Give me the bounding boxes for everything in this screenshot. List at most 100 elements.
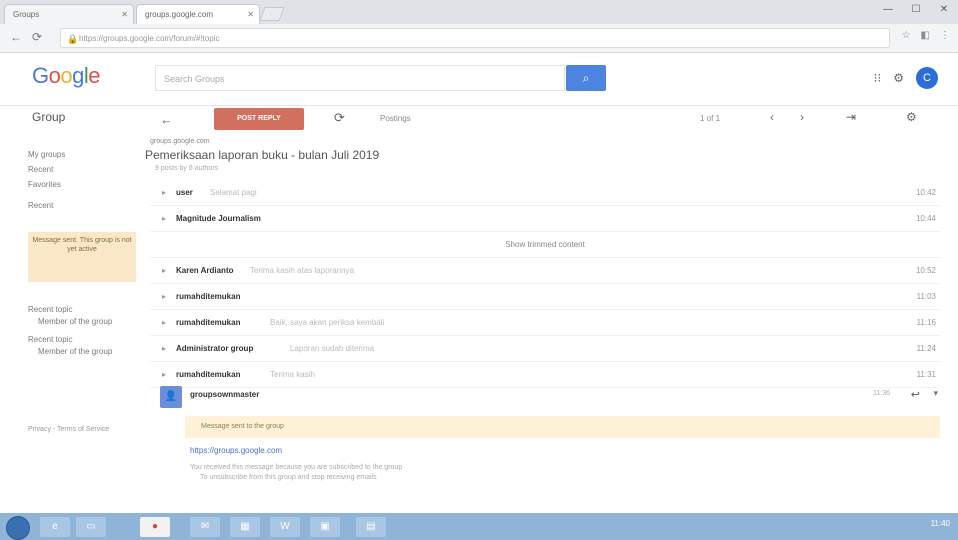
- show-trimmed-link[interactable]: Show trimmed content: [150, 232, 940, 258]
- message-list: ▸ user Selamat pagi 10:42 ▸ Magnitude Jo…: [150, 180, 940, 388]
- message-time: 10:42: [915, 188, 936, 197]
- header-icons: ⁝⁝ ⚙ C: [874, 67, 938, 89]
- message-author: rumahditemukan: [176, 370, 241, 379]
- message-row[interactable]: ▸ Magnitude Journalism 10:44: [150, 206, 940, 232]
- message-time: 10:44: [915, 214, 936, 223]
- gear-icon[interactable]: ⚙: [893, 71, 904, 85]
- gear-icon[interactable]: ⚙: [906, 110, 917, 124]
- sidebar-item-recent[interactable]: Recent: [28, 165, 138, 174]
- message-snippet: Baik, saya akan periksa kembali: [270, 318, 385, 327]
- browser-toolbar: ← ⟳ 🔒 https://groups.google.com/forum/#!…: [0, 24, 958, 53]
- extension-icon[interactable]: ◧: [921, 30, 930, 41]
- word-icon[interactable]: W: [270, 517, 300, 537]
- message-snippet: Selamat pagi: [210, 188, 257, 197]
- message-author[interactable]: groupsownmaster: [190, 390, 259, 399]
- start-button[interactable]: [6, 516, 30, 540]
- message-time: 11:03: [916, 292, 936, 301]
- message-row[interactable]: ▸ rumahditemukan Baik, saya akan periksa…: [150, 310, 940, 336]
- message-time: 10:52: [915, 266, 936, 275]
- tab-label: groups.google.com: [145, 10, 214, 19]
- message-author: rumahditemukan: [176, 292, 241, 301]
- message-author: Magnitude Journalism: [176, 214, 261, 223]
- close-icon[interactable]: ✕: [247, 5, 254, 24]
- message-footer: You received this message because you ar…: [190, 464, 403, 471]
- sidebar-item[interactable]: Recent topic: [28, 334, 140, 346]
- tray-clock[interactable]: 11:40: [931, 519, 950, 528]
- excel-icon[interactable]: ▦: [230, 517, 260, 537]
- post-reply-button[interactable]: POST REPLY: [214, 108, 304, 130]
- sidebar-footer[interactable]: Privacy - Terms of Service: [28, 426, 140, 433]
- sidebar-section-label[interactable]: Recent: [28, 201, 138, 210]
- expand-all-icon[interactable]: ⇥: [846, 110, 856, 124]
- url-text: https://groups.google.com/forum/#!topic: [79, 34, 220, 43]
- lock-icon: 🔒: [67, 34, 79, 44]
- message-row[interactable]: ▸ rumahditemukan Terima kasih 11:31: [150, 362, 940, 388]
- sidebar-item-favorites[interactable]: Favorites: [28, 180, 138, 189]
- avatar[interactable]: C: [916, 67, 938, 89]
- groups-label: Group: [32, 110, 66, 124]
- message-time: 11:16: [916, 318, 936, 327]
- address-bar[interactable]: 🔒 https://groups.google.com/forum/#!topi…: [60, 28, 890, 48]
- message-author: Administrator group: [176, 344, 254, 353]
- sidebar-item[interactable]: Recent topic: [28, 304, 140, 316]
- search-icon: ⌕: [582, 71, 590, 85]
- sidebar-item-my-groups[interactable]: My groups: [28, 150, 138, 159]
- folder-icon[interactable]: ▤: [356, 517, 386, 537]
- sidebar-nav: My groups Recent Favorites Recent: [28, 150, 138, 216]
- taskbar: e ▭ ● ✉ ▦ W ▣ ▤ 11:40: [0, 513, 958, 540]
- toolbar-icons: ☆ ◧ ⋮: [902, 30, 950, 41]
- chevron-down-icon[interactable]: ▾: [933, 388, 938, 399]
- browser-tab[interactable]: Groups ✕: [4, 4, 134, 24]
- message-author: rumahditemukan: [176, 318, 241, 327]
- minimize-icon[interactable]: —: [874, 0, 902, 22]
- message-row[interactable]: ▸ user Selamat pagi 10:42: [150, 180, 940, 206]
- message-row[interactable]: ▸ Administrator group Laporan sudah dite…: [150, 336, 940, 362]
- message-row[interactable]: ▸ Karen Ardianto Terima kasih atas lapor…: [150, 258, 940, 284]
- star-icon[interactable]: ☆: [902, 30, 911, 41]
- sort-dropdown[interactable]: Postings: [380, 114, 411, 123]
- collapse-icon: ▸: [162, 292, 167, 301]
- sidebar-recent-list: Recent topic Member of the group Recent …: [28, 304, 140, 358]
- collapse-icon: ▸: [162, 370, 167, 379]
- refresh-icon[interactable]: ⟳: [334, 110, 345, 126]
- collapse-icon: ▸: [162, 214, 167, 223]
- message-banner: Message sent to the group: [185, 416, 940, 438]
- tab-label: Groups: [13, 10, 40, 19]
- close-window-icon[interactable]: ✕: [930, 0, 958, 22]
- chrome-icon[interactable]: ●: [140, 517, 170, 537]
- breadcrumb[interactable]: groups.google.com: [150, 138, 210, 145]
- ie-icon[interactable]: e: [40, 517, 70, 537]
- apps-icon[interactable]: ⁝⁝: [874, 71, 882, 85]
- browser-tab-active[interactable]: groups.google.com ✕: [136, 4, 260, 24]
- message-snippet: Laporan sudah diterima: [290, 344, 375, 353]
- mail-icon[interactable]: ✉: [190, 517, 220, 537]
- search-input[interactable]: Search Groups: [155, 65, 565, 91]
- message-link[interactable]: https://groups.google.com: [190, 446, 282, 455]
- menu-icon[interactable]: ⋮: [940, 30, 950, 41]
- collapse-icon: ▸: [162, 266, 167, 275]
- collapse-icon: ▸: [162, 318, 167, 327]
- reply-icon[interactable]: ↩: [911, 388, 920, 401]
- explorer-icon[interactable]: ▭: [76, 517, 106, 537]
- sidebar-item[interactable]: Member of the group: [28, 316, 140, 328]
- search-button[interactable]: ⌕: [566, 65, 606, 91]
- back-icon[interactable]: ←: [10, 30, 22, 44]
- message-row[interactable]: ▸ rumahditemukan 11:03: [150, 284, 940, 310]
- author-avatar: 👤: [160, 386, 182, 408]
- close-icon[interactable]: ✕: [121, 5, 128, 24]
- message-snippet: Terima kasih: [270, 370, 315, 379]
- message-author: Karen Ardianto: [176, 266, 234, 275]
- chevron-right-icon[interactable]: ›: [800, 110, 804, 124]
- message-time: 11:24: [916, 344, 936, 353]
- reload-icon[interactable]: ⟳: [32, 30, 42, 44]
- google-logo[interactable]: Google: [32, 63, 101, 89]
- chevron-left-icon[interactable]: ‹: [770, 110, 774, 124]
- sidebar-notice: Message sent. This group is not yet acti…: [28, 232, 136, 282]
- message-snippet: Terima kasih atas laporannya: [250, 266, 355, 275]
- message-author: user: [176, 188, 193, 197]
- back-arrow-icon[interactable]: ←: [160, 112, 173, 127]
- new-tab-button[interactable]: [259, 7, 285, 21]
- app-icon[interactable]: ▣: [310, 517, 340, 537]
- sidebar-item[interactable]: Member of the group: [28, 346, 140, 358]
- maximize-icon[interactable]: ☐: [902, 0, 930, 22]
